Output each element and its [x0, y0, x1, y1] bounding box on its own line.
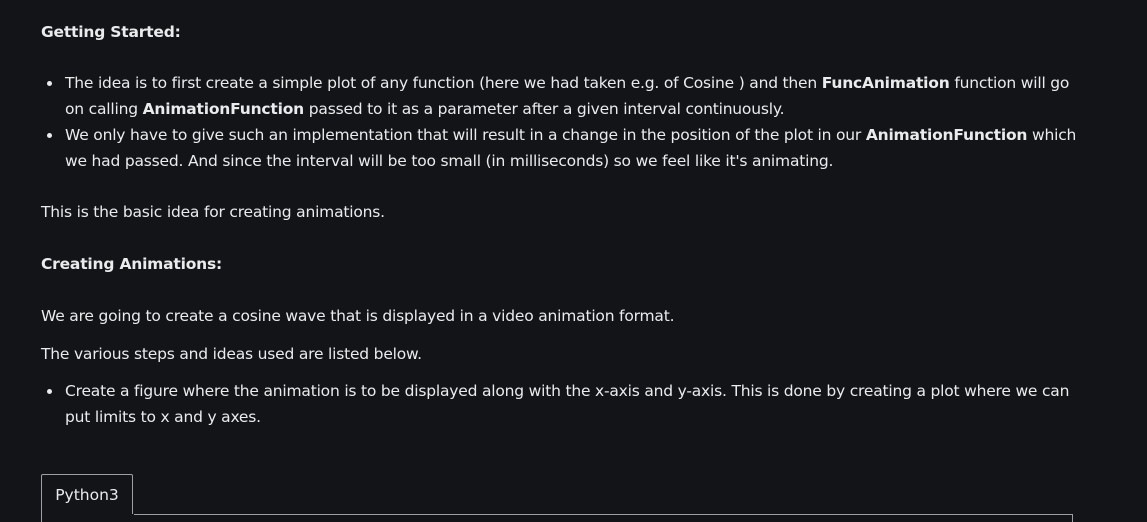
animationfunction-term: AnimationFunction	[865, 126, 1028, 144]
funcanimation-term: FuncAnimation	[821, 74, 950, 92]
text: passed to it as a parameter after a give…	[304, 100, 785, 118]
code-frame	[41, 514, 1073, 522]
text: We only have to give such an implementat…	[65, 126, 866, 144]
code-block: Python3	[41, 474, 1073, 522]
tab-divider	[134, 514, 1073, 515]
text: function will go	[949, 74, 1070, 92]
list-item: We only have to give such an implementat…	[47, 122, 1077, 174]
list-item: The idea is to first create a simple plo…	[47, 70, 1070, 122]
basic-idea-paragraph: This is the basic idea for creating anim…	[41, 203, 385, 221]
creating-animations-heading: Creating Animations:	[41, 255, 223, 273]
article-content: Getting Started: The idea is to first cr…	[0, 0, 1147, 522]
getting-started-heading: Getting Started:	[41, 23, 181, 41]
bullet-dot-icon	[47, 389, 52, 394]
steps-paragraph: The various steps and ideas used are lis…	[41, 345, 422, 363]
text: put limits to x and y axes.	[65, 408, 261, 426]
text: The idea is to first create a simple plo…	[65, 74, 822, 92]
bullet-dot-icon	[47, 133, 52, 138]
text: on calling	[65, 100, 143, 118]
list-item: Create a figure where the animation is t…	[47, 378, 1070, 430]
cosine-wave-paragraph: We are going to create a cosine wave tha…	[41, 307, 675, 325]
text: Create a figure where the animation is t…	[65, 382, 1070, 400]
bullet-dot-icon	[47, 81, 52, 86]
text: which	[1027, 126, 1077, 144]
animationfunction-term: AnimationFunction	[142, 100, 305, 118]
text: we had passed. And since the interval wi…	[65, 152, 834, 170]
tab-python3[interactable]: Python3	[41, 474, 133, 514]
